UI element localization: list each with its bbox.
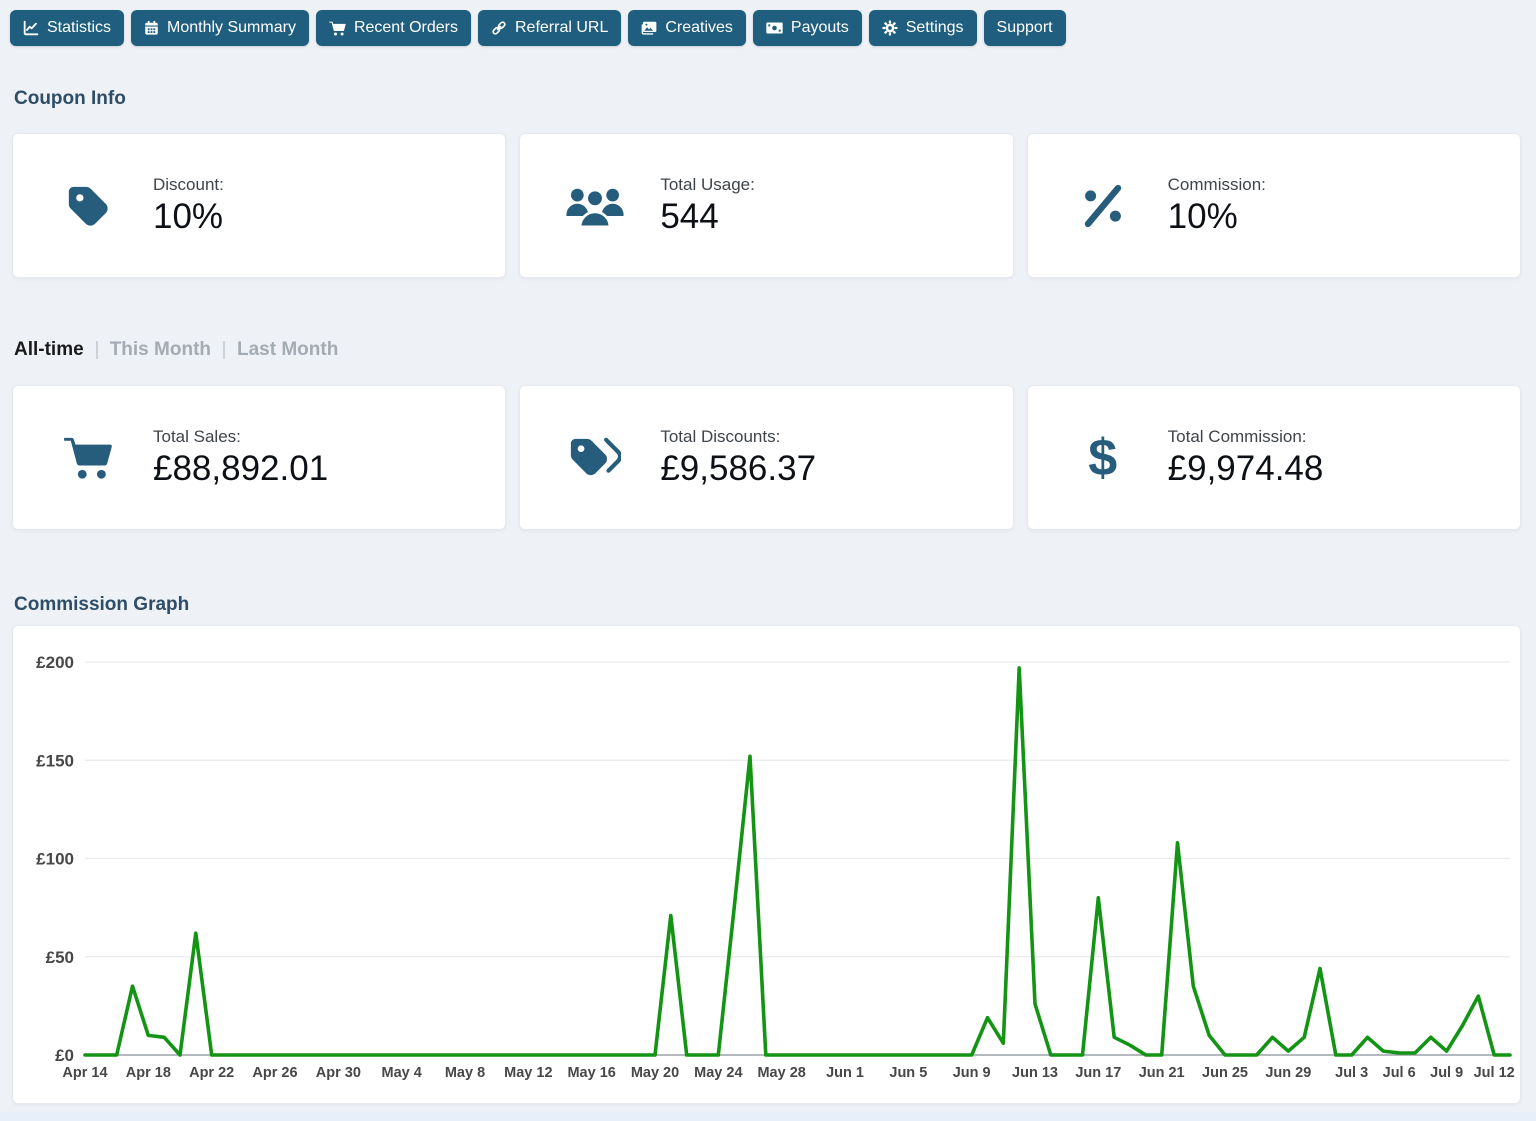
footer-strip (0, 1112, 1536, 1121)
card-text: Total Usage: 544 (660, 175, 755, 236)
card-value: £88,892.01 (153, 451, 328, 488)
nav-referral-url-button[interactable]: Referral URL (478, 10, 621, 46)
commission-chart: £0 £50 £100 £150 £200 Apr 14 Apr 18 Apr 22 Apr 2… (13, 626, 1521, 1103)
x-axis-tick-label: Jun 21 (1139, 1065, 1185, 1081)
calendar-icon (144, 20, 159, 36)
y-axis-tick-label: £0 (55, 1046, 74, 1065)
tag-icon (59, 183, 117, 229)
cart-icon (329, 21, 346, 36)
nav-settings-button[interactable]: Settings (869, 10, 977, 46)
y-axis-tick-label: £100 (36, 850, 74, 869)
tab-separator (223, 341, 225, 359)
x-axis-tick-label: Apr 30 (316, 1065, 361, 1081)
nav-creatives-button[interactable]: Creatives (628, 10, 746, 46)
card-text: Discount: 10% (153, 175, 224, 236)
tab-all-time[interactable]: All-time (14, 339, 84, 361)
gear-icon (882, 20, 898, 36)
x-axis-tick-label: Jul 12 (1474, 1065, 1515, 1081)
card-label: Total Sales: (153, 427, 328, 447)
x-axis-tick-label: May 16 (567, 1065, 615, 1081)
card-label: Commission: (1168, 175, 1266, 195)
x-axis-tick-label: Jun 5 (889, 1065, 927, 1081)
y-axis-tick-label: £200 (36, 653, 74, 672)
dollar-icon: $ (1074, 435, 1132, 481)
nav-button-label: Referral URL (515, 19, 608, 37)
nav-button-label: Recent Orders (354, 19, 458, 37)
nav-button-label: Support (997, 19, 1053, 37)
coupon-info-cards: Discount: 10% Total Usage: 544 Commission: 10… (12, 133, 1521, 278)
card-label: Total Discounts: (660, 427, 816, 447)
x-axis-tick-label: May 28 (757, 1065, 805, 1081)
x-axis-tick-label: Jun 25 (1202, 1065, 1248, 1081)
x-axis-tick-label: Jun 29 (1265, 1065, 1311, 1081)
nav-recent-orders-button[interactable]: Recent Orders (316, 10, 471, 46)
card-text: Total Commission: £9,974.48 (1168, 427, 1324, 488)
card-value: 544 (660, 199, 755, 236)
card-discount: Discount: 10% (12, 133, 506, 278)
commission-line-series (85, 668, 1510, 1055)
nav-monthly-summary-button[interactable]: Monthly Summary (131, 10, 309, 46)
card-total-commission: $ Total Commission: £9,974.48 (1027, 385, 1521, 530)
x-axis-tick-label: Jul 3 (1335, 1065, 1368, 1081)
x-axis-tick-label: Apr 18 (126, 1065, 171, 1081)
card-total-sales: Total Sales: £88,892.01 (12, 385, 506, 530)
cart-icon (59, 436, 117, 480)
nav-support-button[interactable]: Support (984, 10, 1066, 46)
y-axis-tick-label: £50 (46, 948, 74, 967)
card-commission: Commission: 10% (1027, 133, 1521, 278)
card-label: Total Commission: (1168, 427, 1324, 447)
nav-button-label: Settings (906, 19, 964, 37)
x-axis-tick-label: Jun 1 (826, 1065, 864, 1081)
nav-button-label: Statistics (47, 19, 111, 37)
x-axis-tick-label: May 20 (631, 1065, 679, 1081)
card-value: £9,974.48 (1168, 451, 1324, 488)
card-text: Commission: 10% (1168, 175, 1266, 236)
card-label: Total Usage: (660, 175, 755, 195)
x-axis-tick-label: Jul 6 (1383, 1065, 1416, 1081)
card-value: £9,586.37 (660, 451, 816, 488)
y-axis-tick-label: £150 (36, 751, 74, 770)
nav-button-label: Creatives (665, 19, 733, 37)
card-value: 10% (1168, 199, 1266, 236)
tab-this-month[interactable]: This Month (110, 339, 211, 361)
tags-icon (566, 435, 624, 480)
card-text: Total Sales: £88,892.01 (153, 427, 328, 488)
affiliate-dashboard: Statistics Monthly Summary Recent Orders Re… (0, 0, 1536, 1104)
users-icon (566, 184, 624, 228)
nav-payouts-button[interactable]: Payouts (753, 10, 862, 46)
x-axis-tick-label: May 4 (382, 1065, 422, 1081)
tab-separator (96, 341, 98, 359)
card-label: Discount: (153, 175, 224, 195)
nav-statistics-button[interactable]: Statistics (10, 10, 124, 46)
period-tabs: All-time This Month Last Month (14, 338, 1536, 362)
commission-graph-heading: Commission Graph (0, 594, 1536, 616)
images-icon (641, 21, 657, 36)
link-icon (491, 20, 507, 36)
x-axis-tick-label: Jun 13 (1012, 1065, 1058, 1081)
x-axis-tick-label: May 12 (504, 1065, 552, 1081)
x-axis-tick-label: Jun 17 (1075, 1065, 1121, 1081)
x-axis-tick-label: Jun 9 (953, 1065, 991, 1081)
x-axis-tick-label: Apr 26 (252, 1065, 297, 1081)
nav-button-label: Payouts (791, 19, 849, 37)
x-axis-tick-label: Apr 22 (189, 1065, 234, 1081)
coupon-info-heading: Coupon Info (0, 88, 1536, 110)
chart-line-icon (23, 20, 39, 36)
x-axis-tick-label: Jul 9 (1430, 1065, 1463, 1081)
card-text: Total Discounts: £9,586.37 (660, 427, 816, 488)
tab-last-month[interactable]: Last Month (237, 339, 338, 361)
commission-chart-card: £0 £50 £100 £150 £200 Apr 14 Apr 18 Apr 22 Apr 2… (12, 625, 1521, 1104)
percent-icon (1074, 184, 1132, 228)
x-axis-tick-label: May 24 (694, 1065, 742, 1081)
x-axis-tick-label: Apr 14 (62, 1065, 107, 1081)
card-total-discounts: Total Discounts: £9,586.37 (519, 385, 1013, 530)
card-total-usage: Total Usage: 544 (519, 133, 1013, 278)
totals-cards: Total Sales: £88,892.01 Total Discounts: £9… (12, 385, 1521, 530)
x-axis-tick-label: May 8 (445, 1065, 485, 1081)
card-value: 10% (153, 199, 224, 236)
top-nav: Statistics Monthly Summary Recent Orders Re… (0, 0, 1536, 46)
nav-button-label: Monthly Summary (167, 19, 296, 37)
money-icon (766, 21, 783, 35)
